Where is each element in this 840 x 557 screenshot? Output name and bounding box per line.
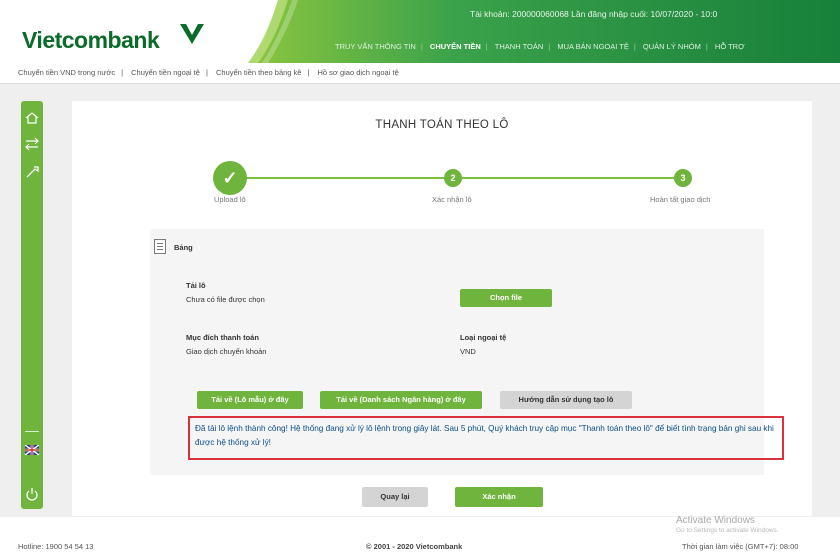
vietcombank-logo[interactable]: Vietcombank [22, 27, 160, 54]
transfer-icon[interactable] [21, 137, 43, 151]
batch-guide-button[interactable]: Hướng dẫn sử dụng tạo lô [500, 391, 632, 409]
step-connector-2 [462, 177, 692, 179]
activate-windows-title: Activate Windows [676, 515, 755, 526]
copyright: © 2001 - 2020 Vietcombank [366, 542, 463, 551]
hotline: Hotline: 1900 54 54 13 [18, 542, 94, 551]
main-card: THANH TOÁN THEO LÔ ✓ 2 3 Upload lô Xác n… [72, 101, 812, 516]
currency-value: VND [460, 347, 476, 356]
download-bank-list-button[interactable]: Tải về (Danh sách Ngân hàng) ở đây [320, 391, 482, 409]
purpose-label: Mục đích thanh toán [186, 333, 259, 342]
flag-uk-icon[interactable] [21, 445, 43, 455]
nav-item-query-info[interactable]: TRUY VẤN THÔNG TIN [330, 42, 421, 51]
nav-item-transfer[interactable]: CHUYỂN TIỀN [425, 42, 486, 51]
power-icon[interactable] [21, 487, 43, 501]
document-icon [154, 239, 166, 254]
tool-icon[interactable] [21, 165, 43, 179]
sub-nav: Chuyển tiền VND trong nước | Chuyển tiền … [0, 63, 840, 84]
subnav-forex-records[interactable]: Hồ sơ giao dịch ngoại tệ [318, 68, 405, 77]
step-3-label: Hoàn tất giao dịch [650, 195, 711, 204]
footer: Activate Windows Go to Settings to activ… [0, 515, 840, 557]
panel-title: Bảng [174, 243, 193, 252]
subnav-domestic-transfer[interactable]: Chuyển tiền VND trong nước [18, 68, 121, 77]
activate-windows-subtitle: Go to Settings to activate Windows. [676, 527, 779, 534]
page-title: THANH TOÁN THEO LÔ [375, 119, 509, 131]
step-1-label: Upload lô [214, 195, 246, 204]
working-time: Thời gian làm việc (GMT+7): 08:00 [682, 542, 799, 551]
subnav-batch-transfer[interactable]: Chuyển tiền theo bảng kê [216, 68, 307, 77]
choose-file-button[interactable]: Chọn file [460, 289, 552, 307]
step-1-complete-icon: ✓ [213, 161, 247, 195]
purpose-value: Giao dịch chuyển khoản [186, 347, 267, 356]
download-template-button[interactable]: Tải về (Lô mẫu) ở đây [197, 391, 303, 409]
left-sidebar [21, 101, 43, 509]
currency-label: Loại ngoại tệ [460, 333, 507, 342]
step-2-label: Xác nhận lô [432, 195, 472, 204]
account-info: Tài khoản: 200000060068 Lần đăng nhập cu… [470, 9, 718, 19]
file-value: Chưa có file được chọn [186, 295, 265, 304]
step-3-marker: 3 [674, 169, 692, 187]
main-nav: TRUY VẤN THÔNG TIN | CHUYỂN TIỀN | THANH T… [330, 42, 750, 58]
sidebar-divider [25, 431, 39, 432]
subnav-foreign-transfer[interactable]: Chuyển tiền ngoại tệ [131, 68, 206, 77]
file-label: Tải lô [186, 281, 206, 290]
nav-item-support[interactable]: HỖ TRỢ [710, 42, 750, 51]
home-icon[interactable] [21, 111, 43, 125]
logo-mark-icon [180, 24, 204, 44]
success-notice: Đã tải lô lệnh thành công! Hệ thống đang… [188, 416, 784, 460]
nav-item-payment[interactable]: THANH TOÁN [490, 42, 548, 51]
step-connector-1 [232, 177, 447, 179]
nav-item-group-management[interactable]: QUẢN LÝ NHÓM [638, 42, 706, 51]
step-2-marker: 2 [444, 169, 462, 187]
header: Vietcombank Tài khoản: 200000060068 Lần … [0, 0, 840, 63]
confirm-button[interactable]: Xác nhận [455, 487, 543, 507]
back-button[interactable]: Quay lại [362, 487, 428, 507]
nav-item-forex[interactable]: MUA BÁN NGOẠI TỆ [552, 42, 634, 51]
